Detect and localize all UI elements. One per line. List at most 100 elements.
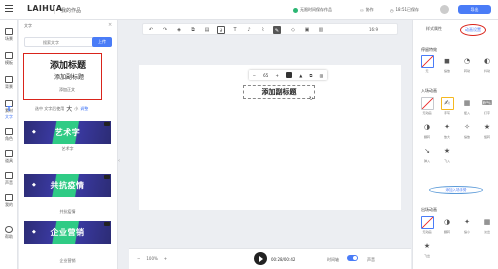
- enter-flip[interactable]: ◑ 翻转: [419, 121, 435, 139]
- stay-none[interactable]: 无: [419, 55, 435, 73]
- saved-time-text: 18:51已保存: [395, 7, 420, 12]
- search-input[interactable]: [25, 38, 85, 46]
- hint-small[interactable]: 小: [74, 106, 78, 112]
- link-icon[interactable]: ∂: [217, 26, 225, 34]
- zoom-out-icon[interactable]: −: [137, 256, 140, 261]
- enter-none[interactable]: 无动画: [419, 97, 435, 115]
- text-template-card[interactable]: ◆ 艺术字: [24, 121, 111, 149]
- nav-prop[interactable]: 道具: [1, 148, 17, 168]
- effect-label: 抖动: [483, 69, 490, 73]
- nav-label: 角色: [5, 136, 13, 141]
- layer-icon[interactable]: ◈: [175, 26, 183, 34]
- scene-icon: [5, 28, 13, 35]
- text-template-card[interactable]: ◆ 企业营销: [24, 221, 111, 249]
- exit-flyout[interactable]: ★ 飞出: [419, 240, 435, 258]
- enter-flyin[interactable]: ★ 飞入: [439, 145, 455, 163]
- shape-icon[interactable]: ◇: [289, 26, 297, 34]
- effect-label: 缓入: [463, 111, 470, 115]
- zoom-in-icon[interactable]: +: [164, 256, 167, 261]
- nav-sound[interactable]: 声音: [1, 170, 17, 190]
- rotate-handle-icon[interactable]: ↻: [309, 96, 313, 102]
- stay-shake[interactable]: ◐ 抖动: [479, 55, 495, 73]
- background-icon: [5, 76, 13, 83]
- enter-typing[interactable]: ⌨ 打字: [479, 97, 495, 115]
- upload-button[interactable]: 上传: [92, 37, 112, 47]
- enter-zoomin[interactable]: ✦ 放大: [439, 121, 455, 139]
- timeline-toggle[interactable]: [347, 255, 358, 261]
- zoom-value[interactable]: 100%: [146, 256, 157, 261]
- add-title-preset[interactable]: 添加标题: [50, 58, 86, 71]
- avatar[interactable]: [440, 5, 449, 14]
- nav-scene[interactable]: 场景: [1, 26, 17, 46]
- nav-text[interactable]: T 文字: [1, 104, 17, 124]
- menu-icon[interactable]: [5, 5, 13, 13]
- tab-style[interactable]: 样式属性: [426, 26, 442, 32]
- close-icon[interactable]: ×: [108, 22, 112, 28]
- enter-scale[interactable]: ✧ 缩放: [459, 121, 475, 139]
- tab-animation[interactable]: 动画设置: [460, 24, 486, 36]
- add-enter-gesture-button[interactable]: 添加入场手势: [429, 186, 483, 194]
- hint-big[interactable]: 大: [66, 104, 72, 113]
- card-banner-text: 企业营销: [50, 228, 85, 237]
- pen-icon[interactable]: ✎: [273, 26, 281, 34]
- card-banner: ◆ 共抗疫情: [24, 174, 111, 197]
- exit-shrink[interactable]: ✦ 缩小: [459, 216, 475, 234]
- nav-mine[interactable]: 我的: [1, 192, 17, 212]
- nav-template[interactable]: 模板: [1, 50, 17, 70]
- check-icon: [293, 7, 298, 13]
- color-swatch[interactable]: [286, 72, 293, 78]
- add-subtitle-preset[interactable]: 添加副标题: [54, 72, 84, 81]
- canvas-stage[interactable]: − 65 + ▲ ⧉ ▥ 添加副标题 ↻: [139, 65, 401, 210]
- exit-fadeout[interactable]: ▦ 淡出: [479, 216, 495, 234]
- lock-icon[interactable]: ▲: [299, 73, 302, 78]
- stay-scale[interactable]: ◼ 缩放: [439, 55, 455, 73]
- none-icon: [420, 55, 434, 68]
- image-icon[interactable]: ▣: [303, 26, 311, 34]
- nav-label: 帮助: [5, 234, 13, 239]
- collapse-left-icon[interactable]: ‹: [118, 158, 120, 164]
- font-size-value[interactable]: 65: [263, 73, 268, 78]
- enter-rotate[interactable]: ★ 旋转: [479, 121, 495, 139]
- mic-icon[interactable]: ♪: [245, 26, 253, 34]
- flip-icon: ◑: [443, 218, 451, 226]
- nav-label: 声音: [5, 180, 13, 185]
- effect-label: 淡出: [483, 230, 490, 234]
- delete-icon[interactable]: ▥: [320, 73, 324, 78]
- trash-icon[interactable]: ▥: [317, 26, 325, 34]
- zoom-control: − 100% +: [137, 256, 167, 261]
- nav-background[interactable]: 背景: [1, 74, 17, 94]
- aspect-ratio[interactable]: 16:9: [369, 26, 378, 34]
- export-button[interactable]: 导出: [458, 5, 491, 14]
- template-icon: [5, 52, 13, 59]
- card-label: 艺术字: [61, 146, 74, 151]
- coop-button[interactable]: ⚇ 协作: [360, 7, 374, 13]
- stay-rotate[interactable]: ◔ 转动: [459, 55, 475, 73]
- canvas-toolbar: ↶ ↷ ◈ ⧉ ▤ ∂ T ♪ ⌇ ✎ ◇ ▣ ▥ 16:9: [142, 23, 398, 35]
- hint-action[interactable]: 调整: [80, 106, 88, 112]
- play-button[interactable]: [254, 252, 267, 265]
- decrease-size-icon[interactable]: −: [253, 73, 256, 78]
- exit-flip[interactable]: ◑ 翻转: [439, 216, 455, 234]
- copy-element-icon[interactable]: ⧉: [310, 73, 313, 78]
- exit-none[interactable]: 无动画: [419, 216, 435, 234]
- enter-fadein[interactable]: ▦ 缓入: [459, 97, 475, 115]
- brush-icon[interactable]: ⌇: [259, 26, 267, 34]
- card-banner: ◆ 艺术字: [24, 121, 111, 144]
- t-icon[interactable]: T: [231, 26, 239, 34]
- sound-label[interactable]: 声音: [367, 257, 375, 263]
- text-template-card[interactable]: ◆ 共抗疫情: [24, 174, 111, 202]
- paste-icon[interactable]: ▤: [203, 26, 211, 34]
- nav-role[interactable]: 角色: [1, 126, 17, 146]
- nav-help[interactable]: 帮助: [1, 224, 17, 244]
- undo-icon[interactable]: ↶: [147, 26, 155, 34]
- vip-badge: [104, 175, 110, 179]
- enter-anim-title: 入场动画: [421, 88, 437, 93]
- my-works-link[interactable]: 我的作品: [61, 7, 81, 14]
- copy-icon[interactable]: ⧉: [189, 26, 197, 34]
- selected-text-element[interactable]: 添加副标题: [243, 85, 315, 99]
- add-body-preset[interactable]: 添加正文: [59, 87, 75, 93]
- enter-bounce[interactable]: ↘ 弹入: [419, 145, 435, 163]
- enter-handwrite[interactable]: ✍ 手写: [439, 97, 455, 115]
- increase-size-icon[interactable]: +: [275, 73, 278, 78]
- redo-icon[interactable]: ↷: [161, 26, 169, 34]
